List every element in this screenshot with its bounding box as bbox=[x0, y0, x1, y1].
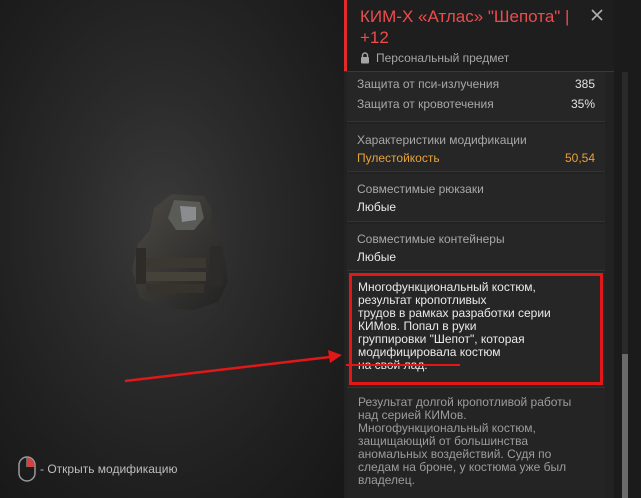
mods-row: Пулестойкость 50,54 bbox=[357, 151, 595, 165]
open-modification-hint: - Открыть модификацию bbox=[18, 456, 178, 482]
mods-header: Характеристики модификации bbox=[357, 133, 595, 147]
backpacks-header-text: Совместимые рюкзаки bbox=[357, 182, 484, 196]
containers-value: Любые bbox=[357, 250, 397, 264]
item-header: КИМ-Х «Атлас» "Шепота" | +12 Персональны… bbox=[344, 0, 614, 71]
stat-row-bleeding: Защита от кровотечения 35% bbox=[357, 97, 595, 111]
backpacks-section: Совместимые рюкзаки Любые bbox=[347, 174, 605, 222]
personal-item-text: Персональный предмет bbox=[376, 51, 510, 65]
item-title: КИМ-Х «Атлас» "Шепота" | +12 bbox=[360, 7, 570, 47]
scroll-thumb[interactable] bbox=[622, 354, 628, 498]
stat-label: Защита от кровотечения bbox=[357, 97, 494, 111]
lore-line: владелец. bbox=[358, 473, 415, 487]
hint-text: - Открыть модификацию bbox=[40, 462, 178, 476]
description-line: на свой лад. bbox=[358, 358, 428, 372]
stat-value: 35% bbox=[570, 97, 595, 111]
panel-scrollbar[interactable] bbox=[614, 72, 641, 498]
containers-row: Любые bbox=[357, 250, 595, 264]
armor-vest-image bbox=[132, 194, 228, 310]
containers-section: Совместимые контейнеры Любые bbox=[347, 224, 605, 271]
stat-row-psi: Защита от пси-излучения 385 bbox=[357, 77, 595, 91]
mods-header-text: Характеристики модификации bbox=[357, 133, 527, 147]
stat-value: 385 bbox=[574, 77, 595, 91]
item-description: Многофункциональный костюм, результат кр… bbox=[358, 281, 558, 372]
item-lore: Результат долгой кропотливой работы над … bbox=[358, 396, 596, 487]
modification-section: Характеристики модификации Пулестойкость… bbox=[347, 124, 605, 172]
close-icon[interactable] bbox=[590, 8, 604, 22]
mods-value: 50,54 bbox=[564, 151, 595, 165]
backpacks-value: Любые bbox=[357, 200, 397, 214]
containers-header: Совместимые контейнеры bbox=[357, 232, 595, 246]
stat-label: Защита от пси-излучения bbox=[357, 77, 500, 91]
backpacks-header: Совместимые рюкзаки bbox=[357, 182, 595, 196]
containers-header-text: Совместимые контейнеры bbox=[357, 232, 505, 246]
mods-label: Пулестойкость bbox=[357, 151, 440, 165]
lock-icon bbox=[361, 52, 369, 64]
personal-item-label: Персональный предмет bbox=[360, 51, 509, 65]
item-preview-viewport[interactable]: - Открыть модификацию bbox=[0, 0, 344, 498]
mouse-right-click-icon bbox=[18, 456, 36, 482]
protection-stats-section: Защита от пси-излучения 385 Защита от кр… bbox=[347, 72, 605, 122]
backpacks-row: Любые bbox=[357, 200, 595, 214]
